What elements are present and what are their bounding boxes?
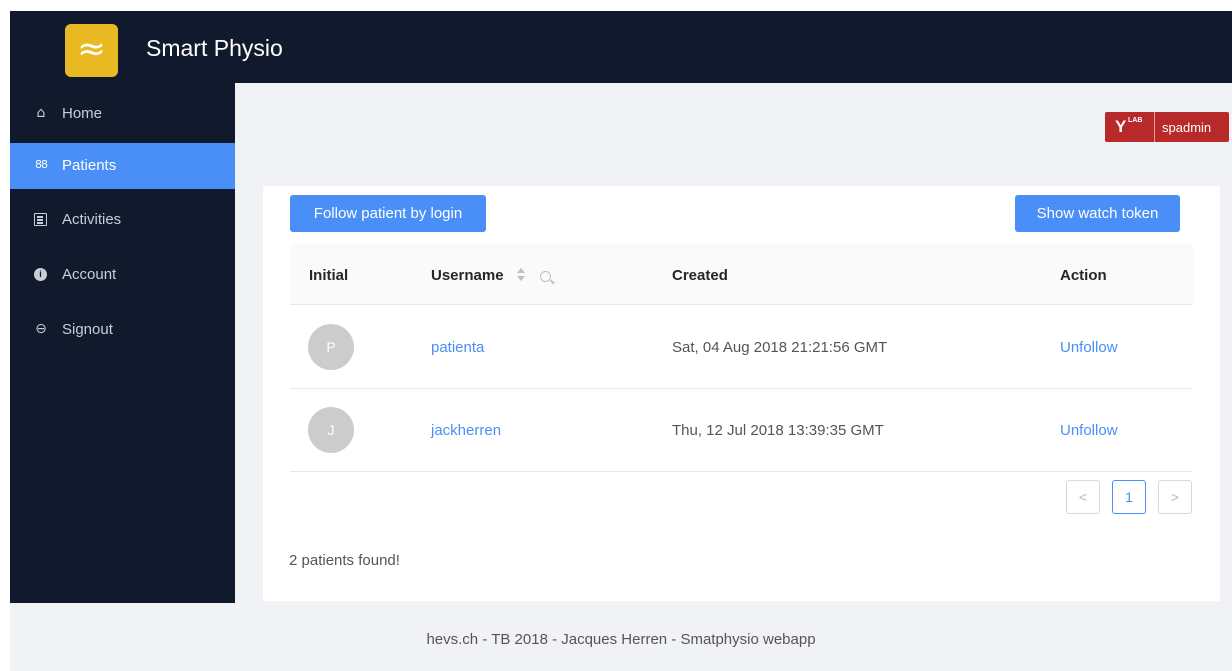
created-date: Sat, 04 Aug 2018 21:21:56 GMT: [672, 339, 888, 356]
username-label: spadmin: [1162, 120, 1212, 135]
table-row: J jackherren Thu, 12 Jul 2018 13:39:35 G…: [290, 389, 1193, 472]
follow-patient-button[interactable]: Follow patient by login: [290, 195, 486, 232]
avatar: P: [308, 324, 354, 370]
column-header-username[interactable]: Username: [431, 267, 504, 284]
user-badge[interactable]: Y LAB spadmin: [1105, 112, 1229, 142]
patients-found-text: 2 patients found!: [289, 552, 400, 569]
patients-icon: 88: [35, 158, 48, 171]
list-icon: [34, 213, 47, 226]
created-date: Thu, 12 Jul 2018 13:39:35 GMT: [672, 422, 884, 439]
sidebar-item-patients[interactable]: 88 Patients: [10, 143, 235, 189]
table-header: Initial Username Created Action: [290, 244, 1193, 305]
sidebar-item-activities[interactable]: Activities: [10, 197, 235, 243]
home-icon: ⌂: [36, 105, 46, 121]
sidebar-item-home[interactable]: ⌂ Home: [10, 91, 235, 137]
sidebar: ⌂ Home 88 Patients Activities i Account …: [10, 83, 235, 603]
signout-icon: ⊖: [35, 321, 47, 337]
info-icon: i: [34, 268, 47, 281]
unfollow-link[interactable]: Unfollow: [1060, 422, 1118, 439]
unfollow-link[interactable]: Unfollow: [1060, 339, 1118, 356]
ylab-logo: Y: [1115, 117, 1127, 136]
username-link[interactable]: jackherren: [431, 422, 501, 439]
sidebar-item-label: Patients: [62, 157, 117, 174]
sidebar-item-label: Account: [62, 266, 117, 283]
app-title: Smart Physio: [146, 35, 283, 61]
badge-divider: [1154, 112, 1155, 142]
app-logo[interactable]: ≈: [65, 24, 118, 77]
sidebar-item-signout[interactable]: ⊖ Signout: [10, 307, 235, 353]
column-header-action: Action: [1060, 267, 1107, 284]
username-link[interactable]: patienta: [431, 339, 484, 356]
app-header: ≈ Smart Physio: [10, 11, 1232, 83]
search-icon[interactable]: [540, 271, 551, 282]
footer-text: hevs.ch - TB 2018 - Jacques Herren - Sma…: [426, 631, 816, 648]
sidebar-item-label: Home: [62, 105, 103, 122]
ylab-logo-suffix: LAB: [1128, 117, 1143, 124]
app-root: ≈ Smart Physio ⌂ Home 88 Patients Activi…: [10, 11, 1232, 671]
pagination-prev-button[interactable]: <: [1066, 480, 1100, 514]
show-watch-token-button[interactable]: Show watch token: [1015, 195, 1180, 232]
avatar: J: [308, 407, 354, 453]
pagination-page-button[interactable]: 1: [1112, 480, 1146, 514]
patients-card: Follow patient by login Show watch token…: [263, 186, 1220, 601]
pagination-next-button[interactable]: >: [1158, 480, 1192, 514]
sidebar-item-label: Activities: [62, 211, 122, 228]
sidebar-item-label: Signout: [62, 321, 113, 338]
sort-icon[interactable]: [516, 267, 526, 283]
column-header-created: Created: [672, 267, 728, 284]
column-header-initial: Initial: [309, 267, 349, 284]
table-row: P patienta Sat, 04 Aug 2018 21:21:56 GMT…: [290, 306, 1193, 389]
sidebar-item-account[interactable]: i Account: [10, 252, 235, 298]
